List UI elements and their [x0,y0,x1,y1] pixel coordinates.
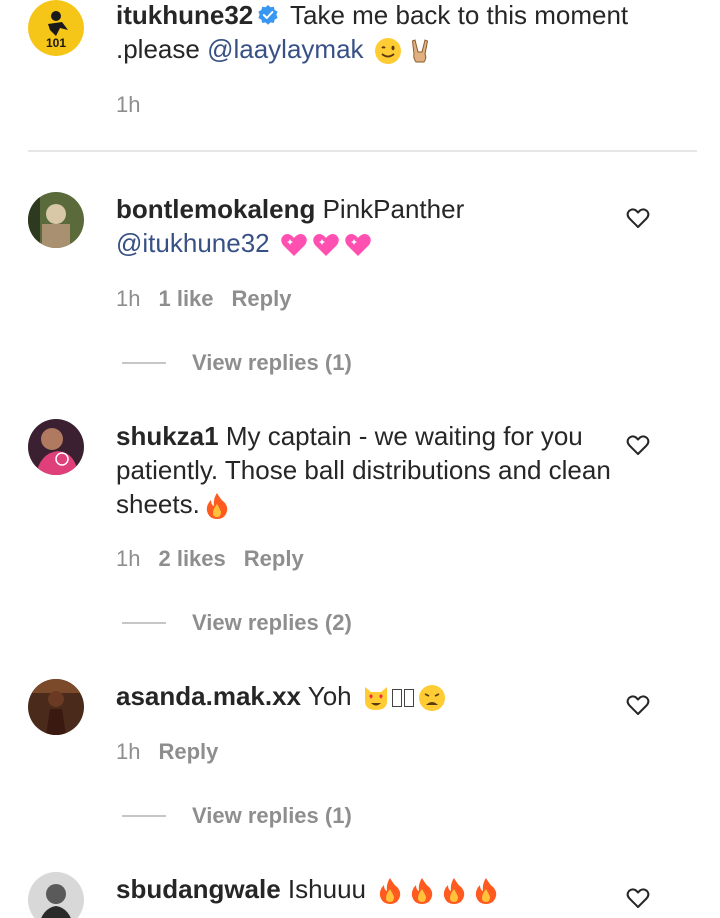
replies-line [122,622,166,624]
fire-icon [375,876,405,906]
comment-body: Ishuuu [280,874,374,904]
caption-text: itukhune32 Take me back to this moment .… [116,0,676,66]
comment-text: bontlemokaleng PinkPanther @itukhune32 [116,192,616,260]
fire-icon [407,876,437,906]
victory-hand-icon [405,36,435,66]
verified-badge-icon [257,4,279,26]
reply-button[interactable]: Reply [158,739,218,764]
replies-line [122,362,166,364]
view-replies-button[interactable]: View replies (1) [122,348,352,378]
heart-eyes-cat-icon [361,683,391,713]
view-replies-label: View replies (1) [192,803,352,828]
like-heart-icon[interactable] [626,434,650,456]
comment-meta: 1h 2 likes Reply [116,546,322,572]
view-replies-label: View replies (2) [192,610,352,635]
view-replies-label: View replies (1) [192,350,352,375]
avatar-badge-text: 101 [46,36,66,50]
replies-line [122,815,166,817]
like-heart-icon[interactable] [626,887,650,909]
comment-text: sbudangwale Ishuuu [116,872,616,906]
fire-icon [471,876,501,906]
post-caption: 101 itukhune32 Take me back to this mome… [0,0,720,152]
comment-body: Yoh [301,681,359,711]
reply-button[interactable]: Reply [244,546,304,571]
fire-icon [202,491,232,521]
comment-text: asanda.mak.xx Yoh [116,679,616,713]
caption-meta: 1h [116,92,158,118]
comment-username[interactable]: shukza1 [116,421,219,451]
missing-glyph-icon [391,689,402,707]
like-heart-icon[interactable] [626,207,650,229]
divider [28,150,697,152]
wink-face-icon [373,36,403,66]
reply-button[interactable]: Reply [232,286,292,311]
missing-glyph-icon [403,689,414,707]
comment-username[interactable]: sbudangwale [116,874,281,904]
sparkling-heart-icon [343,230,373,260]
caption-username[interactable]: itukhune32 [116,0,253,30]
comment-meta: 1h 1 like Reply [116,286,309,312]
weary-face-icon [417,683,447,713]
caption-time: 1h [116,92,141,117]
caption-mention[interactable]: @laaylaymak [207,34,363,64]
comment-time: 1h [116,546,141,571]
fire-icon [439,876,469,906]
comment-body: PinkPanther [315,194,465,224]
comment-meta: 1h Reply [116,739,236,765]
comment-time: 1h [116,739,141,764]
comment-username[interactable]: asanda.mak.xx [116,681,301,711]
view-replies-button[interactable]: View replies (1) [122,801,352,831]
avatar[interactable] [28,679,84,735]
sparkling-heart-icon [311,230,341,260]
avatar[interactable] [28,872,84,918]
view-replies-button[interactable]: View replies (2) [122,608,352,638]
avatar[interactable] [28,192,84,248]
comment-text: shukza1 My captain - we waiting for you … [116,419,616,521]
avatar[interactable] [28,419,84,475]
comment-mention[interactable]: @itukhune32 [116,228,270,258]
sparkling-heart-icon [279,230,309,260]
like-heart-icon[interactable] [626,694,650,716]
likes-count[interactable]: 1 like [158,286,213,311]
comment-time: 1h [116,286,141,311]
avatar[interactable]: 101 [28,0,84,56]
comment-username[interactable]: bontlemokaleng [116,194,315,224]
likes-count[interactable]: 2 likes [158,546,225,571]
